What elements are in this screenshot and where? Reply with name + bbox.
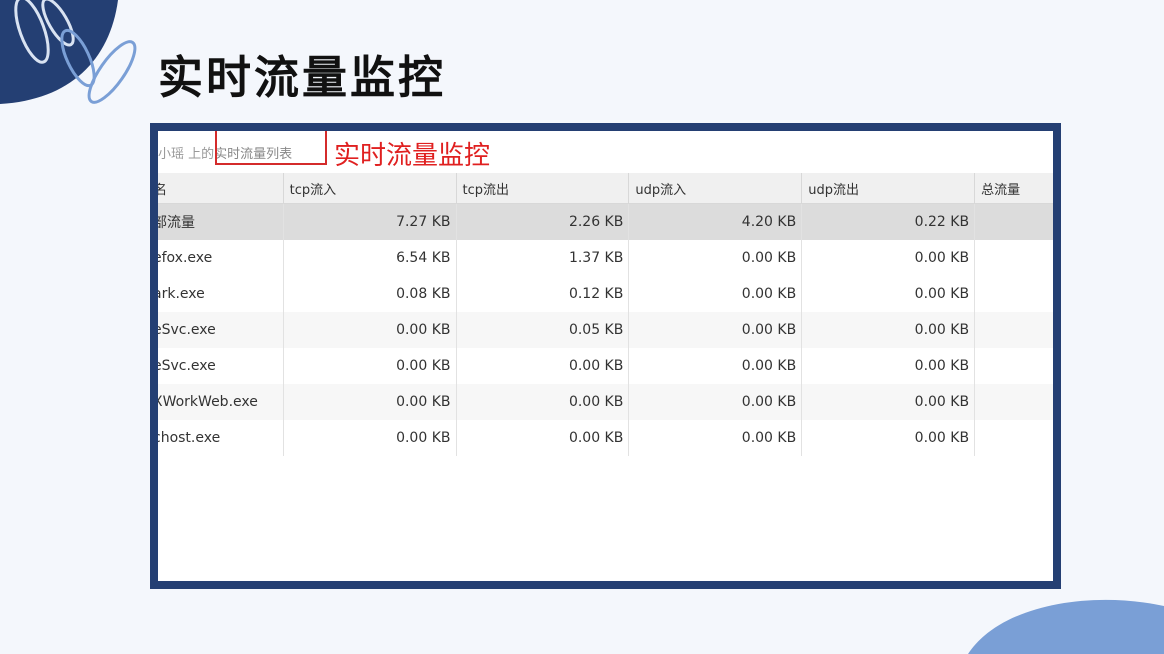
total-value: 0 [974, 348, 1053, 384]
udp-in-value: 0.00 KB [628, 312, 803, 348]
window-topbar: 小瑶 上的实时流量列表 实时流量监控 [158, 131, 1053, 173]
udp-out-value: 0.00 KB [801, 420, 976, 456]
screenshot-frame: 小瑶 上的实时流量列表 实时流量监控 名 tcp流入 tcp流出 udp流入 u… [150, 123, 1061, 589]
table-row[interactable]: chost.exe 0.00 KB 0.00 KB 0.00 KB 0.00 K… [158, 420, 1053, 456]
tcp-out-value: 0.00 KB [456, 348, 630, 384]
column-header-udp-out[interactable]: udp流出 [801, 173, 976, 204]
tcp-out-value: 0.00 KB [456, 420, 630, 456]
udp-in-value: 0.00 KB [628, 348, 803, 384]
tcp-out-value: 0.05 KB [456, 312, 630, 348]
total-value: 13 [974, 203, 1053, 240]
tcp-in-value: 6.54 KB [283, 240, 457, 276]
udp-out-value: 0.00 KB [801, 276, 976, 312]
total-value: 0 [974, 312, 1053, 348]
process-name: chost.exe [158, 420, 284, 456]
total-value: 0 [974, 384, 1053, 420]
table-row[interactable]: efox.exe 6.54 KB 1.37 KB 0.00 KB 0.00 KB… [158, 240, 1053, 276]
traffic-table: 名 tcp流入 tcp流出 udp流入 udp流出 总流量 部流量 7.27 K… [158, 173, 1053, 456]
tcp-out-value: 0.12 KB [456, 276, 630, 312]
column-header-name[interactable]: 名 [158, 173, 284, 204]
table-row[interactable]: XWorkWeb.exe 0.00 KB 0.00 KB 0.00 KB 0.0… [158, 384, 1053, 420]
column-header-tcp-in[interactable]: tcp流入 [283, 173, 457, 204]
slide-title: 实时流量监控 [158, 51, 447, 104]
tcp-in-value: 0.00 KB [283, 348, 457, 384]
udp-in-value: 0.00 KB [628, 276, 803, 312]
total-value: 0 [974, 420, 1053, 456]
udp-in-value: 0.00 KB [628, 240, 803, 276]
column-header-udp-in[interactable]: udp流入 [628, 173, 803, 204]
tcp-out-value: 1.37 KB [456, 240, 630, 276]
table-row[interactable]: ark.exe 0.08 KB 0.12 KB 0.00 KB 0.00 KB … [158, 276, 1053, 312]
udp-in-value: 0.00 KB [628, 384, 803, 420]
column-header-total[interactable]: 总流量 [974, 173, 1053, 204]
decorative-leaf-shape [0, 0, 137, 104]
process-name: 部流量 [158, 203, 284, 240]
table-row[interactable]: eSvc.exe 0.00 KB 0.05 KB 0.00 KB 0.00 KB… [158, 312, 1053, 348]
tcp-in-value: 0.00 KB [283, 312, 457, 348]
process-name: efox.exe [158, 240, 284, 276]
tcp-out-value: 0.00 KB [456, 384, 630, 420]
udp-in-value: 0.00 KB [628, 420, 803, 456]
udp-in-value: 4.20 KB [628, 203, 803, 240]
udp-out-value: 0.00 KB [801, 312, 976, 348]
process-name: ark.exe [158, 276, 284, 312]
process-name: eSvc.exe [158, 348, 284, 384]
total-value: 0 [974, 276, 1053, 312]
traffic-table-container[interactable]: 名 tcp流入 tcp流出 udp流入 udp流出 总流量 部流量 7.27 K… [158, 173, 1053, 581]
highlight-box [215, 131, 327, 165]
table-row[interactable]: eSvc.exe 0.00 KB 0.00 KB 0.00 KB 0.00 KB… [158, 348, 1053, 384]
tcp-in-value: 7.27 KB [283, 203, 457, 240]
tcp-in-value: 0.00 KB [283, 420, 457, 456]
column-header-tcp-out[interactable]: tcp流出 [456, 173, 630, 204]
udp-out-value: 0.00 KB [801, 348, 976, 384]
tcp-in-value: 0.08 KB [283, 276, 457, 312]
udp-out-value: 0.00 KB [801, 240, 976, 276]
tcp-in-value: 0.00 KB [283, 384, 457, 420]
table-header-row: 名 tcp流入 tcp流出 udp流入 udp流出 总流量 [158, 173, 1053, 204]
process-name: XWorkWeb.exe [158, 384, 284, 420]
tcp-out-value: 2.26 KB [456, 203, 630, 240]
process-name: eSvc.exe [158, 312, 284, 348]
total-value: 7 [974, 240, 1053, 276]
udp-out-value: 0.22 KB [801, 203, 976, 240]
annotation-label: 实时流量监控 [334, 141, 491, 171]
table-row-total[interactable]: 部流量 7.27 KB 2.26 KB 4.20 KB 0.22 KB 13 [158, 203, 1053, 240]
udp-out-value: 0.00 KB [801, 384, 976, 420]
breadcrumb-prefix: 小瑶 上的 [158, 147, 215, 162]
